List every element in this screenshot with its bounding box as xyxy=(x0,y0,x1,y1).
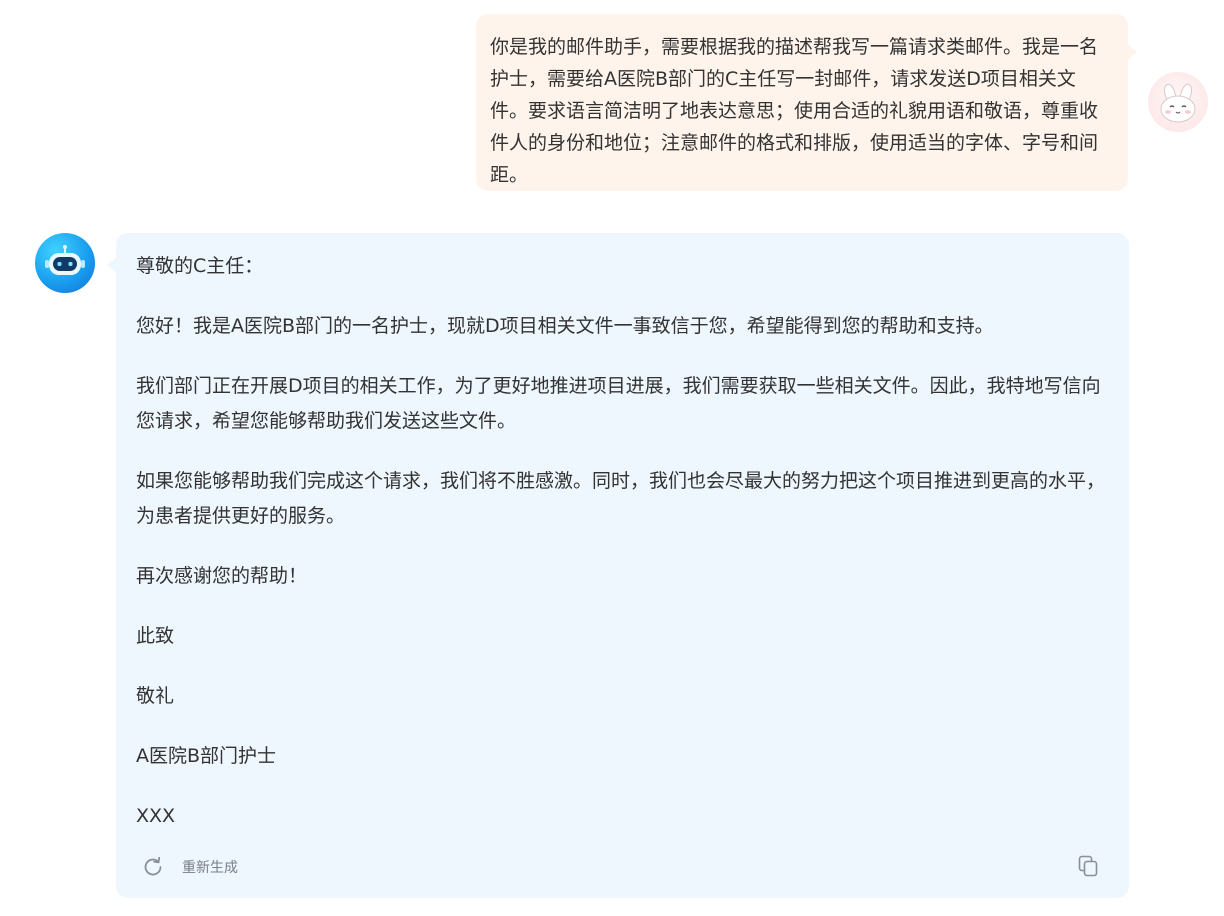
email-closing-phrase: 此致 xyxy=(136,625,175,647)
email-signature-title: A医院B部门护士 xyxy=(136,745,277,767)
regenerate-button[interactable]: 重新生成 xyxy=(140,853,238,881)
bunny-avatar-icon xyxy=(1148,72,1208,132)
email-body-request: 我们部门正在开展D项目的相关工作，为了更好地推进项目进展，我们需要获取一些相关文… xyxy=(136,375,1101,432)
user-message-text: 你是我的邮件助手，需要根据我的描述帮我写一篇请求类邮件。我是一名护士，需要给A医… xyxy=(490,36,1099,186)
robot-avatar-icon xyxy=(35,233,95,293)
user-message-bubble: 你是我的邮件助手，需要根据我的描述帮我写一篇请求类邮件。我是一名护士，需要给A医… xyxy=(476,14,1137,191)
email-greeting: 您好！我是A医院B部门的一名护士，现就D项目相关文件一事致信于您，希望能得到您的… xyxy=(136,315,994,337)
email-salutation: 尊敬的C主任： xyxy=(136,255,264,277)
email-body-thanks: 如果您能够帮助我们完成这个请求，我们将不胜感激。同时，我们也会尽最大的努力把这个… xyxy=(136,470,1106,527)
email-signature-name: XXX xyxy=(136,805,176,827)
refresh-icon xyxy=(144,856,162,876)
email-closing-salute: 敬礼 xyxy=(136,685,175,707)
chat-page: 你是我的邮件助手，需要根据我的描述帮我写一篇请求类邮件。我是一名护士，需要给A医… xyxy=(0,0,1224,916)
bot-message-bubble: 尊敬的C主任： 您好！我是A医院B部门的一名护士，现就D项目相关文件一事致信于您… xyxy=(107,233,1129,898)
regenerate-label: 重新生成 xyxy=(182,860,238,876)
copy-button[interactable] xyxy=(1075,853,1101,879)
email-closing-thanks: 再次感谢您的帮助！ xyxy=(136,565,308,587)
copy-icon xyxy=(1078,855,1098,877)
